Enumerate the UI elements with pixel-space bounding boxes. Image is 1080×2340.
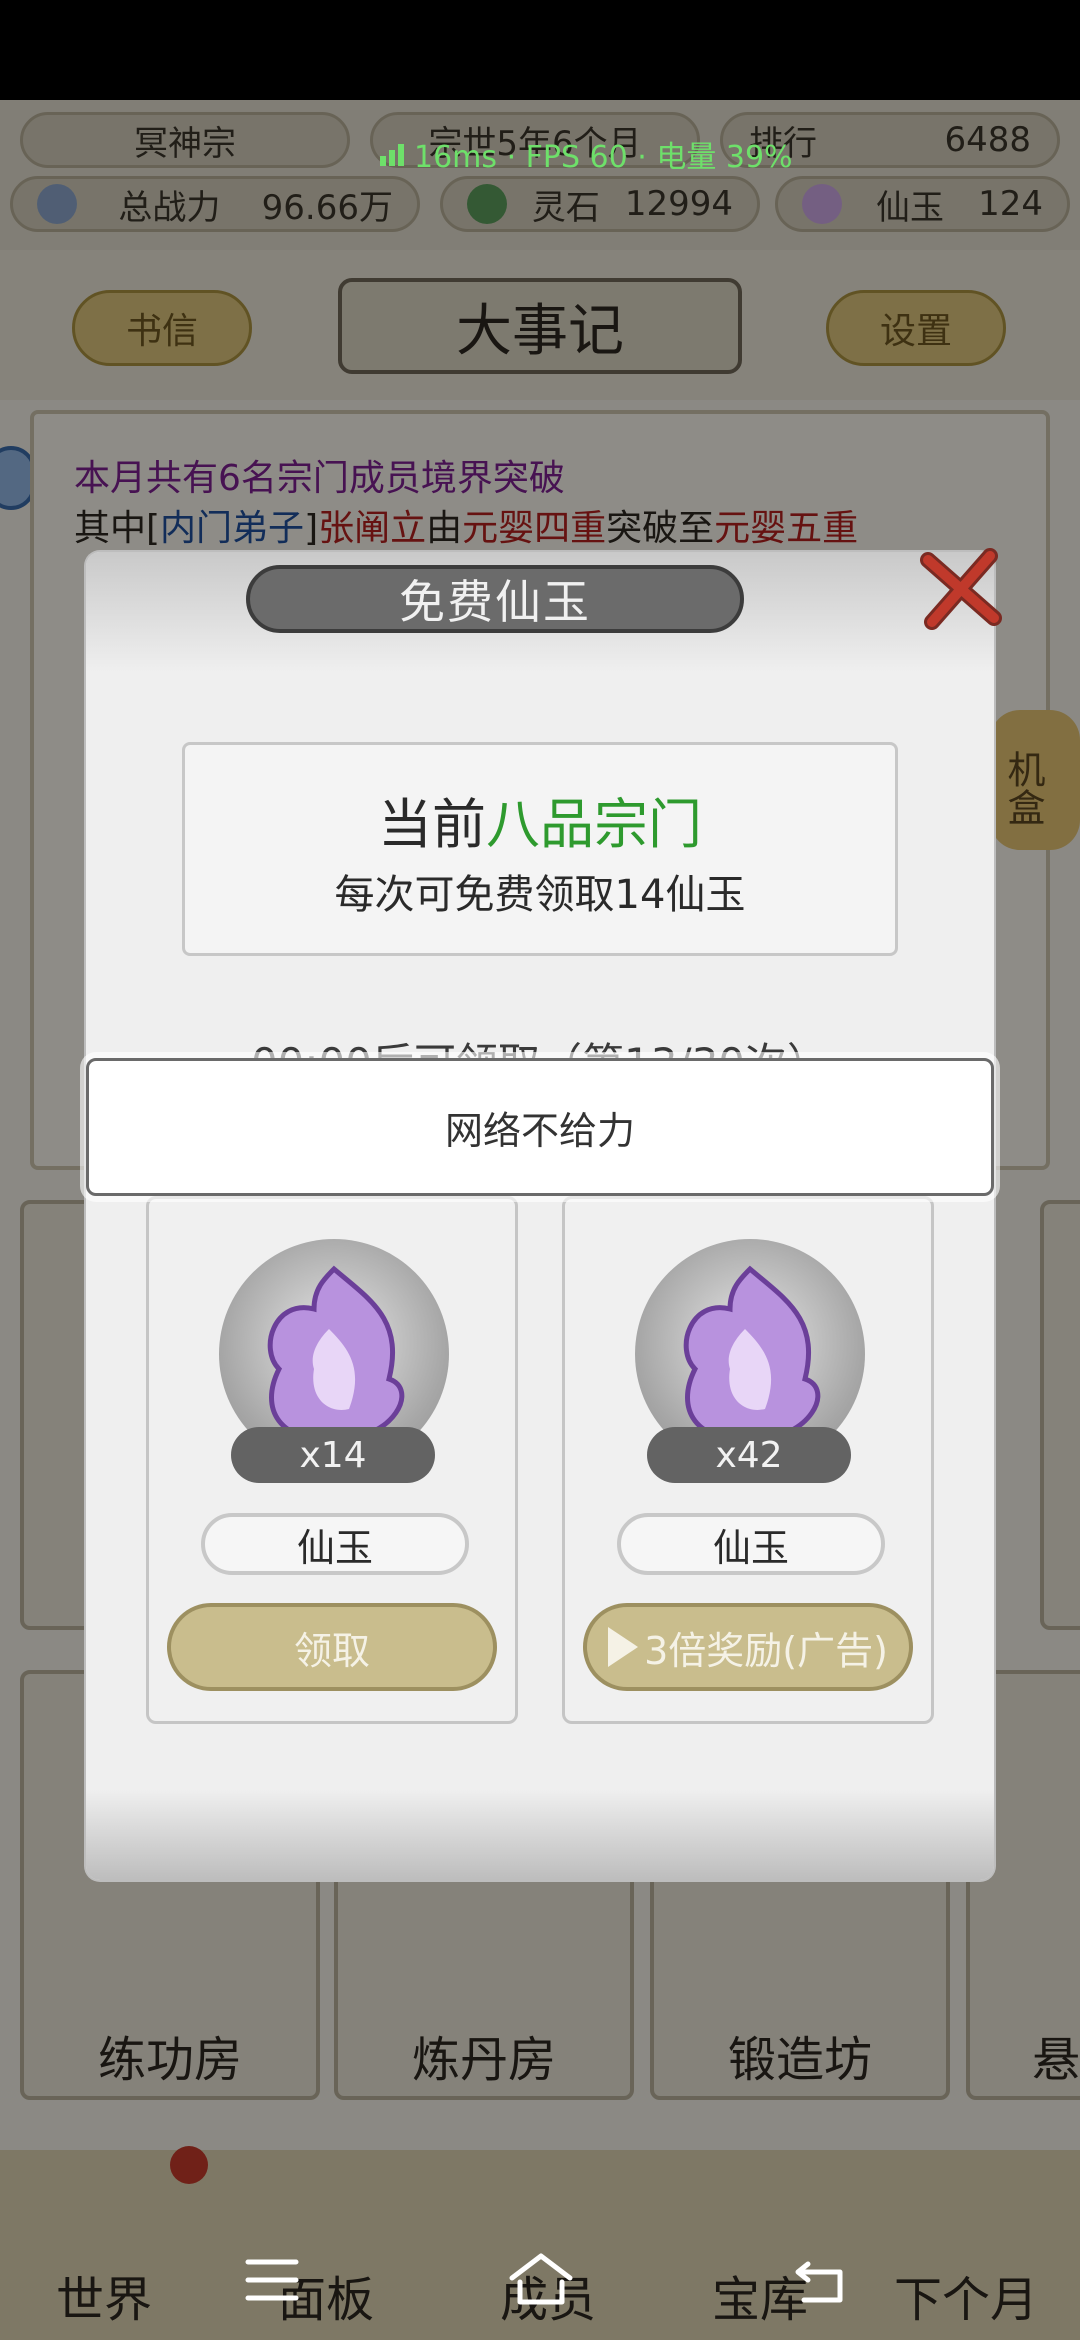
signal-icon [380, 142, 404, 166]
triple-reward-ad-button[interactable]: 3倍奖励(广告) [583, 1603, 913, 1691]
current-grade: 当前八品宗门 [378, 793, 702, 856]
dialog-title: 免费仙玉 [246, 565, 744, 633]
claim-button[interactable]: 领取 [167, 1603, 497, 1691]
reward-count: x14 [231, 1427, 435, 1483]
reward-card-ad: x42 仙玉 3倍奖励(广告) [562, 1196, 934, 1724]
close-icon[interactable] [918, 548, 1004, 630]
perf-text: 16ms · FPS 60 · 电量 39% [414, 140, 793, 175]
play-icon [608, 1627, 639, 1667]
perf-overlay: 16ms · FPS 60 · 电量 39% [380, 134, 793, 175]
home-icon[interactable] [506, 2248, 576, 2312]
dialog-wave-decoration [86, 1790, 994, 1880]
grade-name: 八品宗门 [486, 793, 702, 856]
reward-name: 仙玉 [201, 1513, 469, 1575]
reward-card-free: x14 仙玉 领取 [146, 1196, 518, 1724]
network-error-toast: 网络不给力 [86, 1058, 994, 1196]
menu-icon[interactable] [240, 2248, 304, 2312]
reward-count: x42 [647, 1427, 851, 1483]
reward-name: 仙玉 [617, 1513, 885, 1575]
free-claim-description: 每次可免费领取14仙玉 [334, 872, 746, 918]
back-icon[interactable] [790, 2248, 854, 2312]
